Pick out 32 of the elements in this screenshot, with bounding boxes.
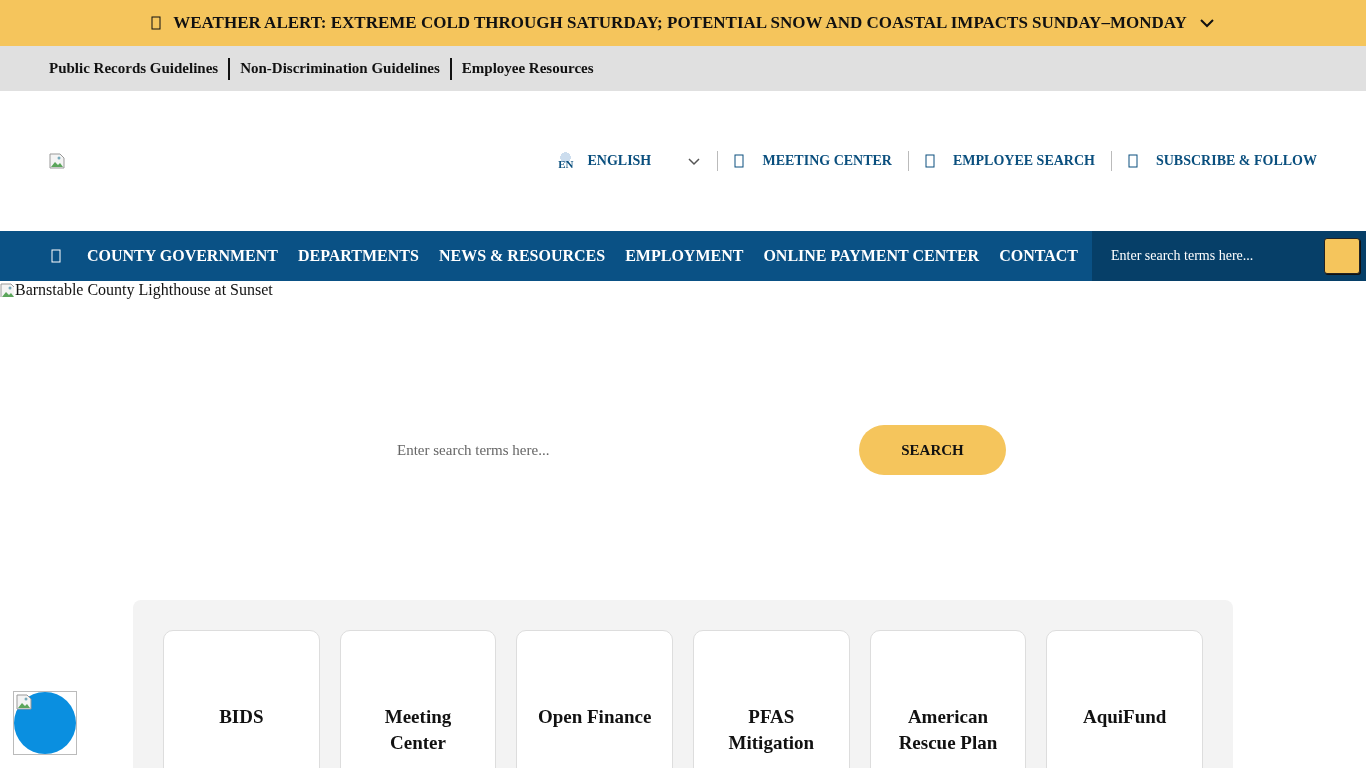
utility-link[interactable]: Public Records Guidelines: [49, 60, 219, 77]
nav-item[interactable]: CONTACT: [999, 247, 1078, 265]
search-button[interactable]: [1324, 238, 1360, 274]
quick-link-card[interactable]: PFAS Mitigation: [693, 630, 850, 768]
nav-item[interactable]: EMPLOYMENT: [625, 247, 744, 265]
image-alt-text: Barnstable County Lighthouse at Sunset: [15, 281, 273, 299]
quick-link-card[interactable]: American Rescue Plan: [869, 630, 1027, 768]
nav-item[interactable]: ONLINE PAYMENT CENTER: [763, 247, 980, 265]
chevron-icon: [687, 155, 702, 167]
search-button[interactable]: SEARCH: [859, 425, 1006, 475]
nav-item[interactable]: DEPARTMENTS: [297, 247, 419, 265]
header-link[interactable]: MEETING CENTER: [734, 153, 892, 169]
search-field[interactable]: Enter search terms here...: [383, 426, 859, 474]
search-bar[interactable]: Enter search terms here...: [1092, 231, 1366, 281]
utility-link[interactable]: Employee Resources: [461, 60, 594, 77]
quick-link-card[interactable]: BIDS: [163, 630, 320, 768]
broken-image-icon: [16, 694, 32, 710]
header-link[interactable]: SUBSCRIBE & FOLLOW: [1127, 153, 1317, 169]
language-code: EN: [558, 152, 574, 170]
header-link[interactable]: EMPLOYEE SEARCH: [925, 153, 1095, 169]
language-selector[interactable]: EN ENGLISH: [558, 152, 702, 170]
chevron-icon[interactable]: [1198, 16, 1215, 30]
logo-image-icon: [49, 153, 65, 169]
nav-item[interactable]: NEWS & RESOURCES: [438, 247, 606, 265]
quick-link-card[interactable]: Meeting Center: [339, 630, 497, 768]
accessibility-button[interactable]: [13, 691, 77, 755]
alert-text: WEATHER ALERT: EXTREME COLD THROUGH SATURDAY; POTENTIAL SNOW AND COASTAL IMPACTS SUNDAY–MONDAY: [173, 13, 1187, 33]
quick-link-card[interactable]: Open Finance: [516, 630, 673, 768]
broken-image-icon: [0, 283, 14, 297]
nav-item[interactable]: COUNTY GOVERNMENT: [87, 247, 278, 265]
utility-link[interactable]: Non-Discrimination Guidelines: [240, 60, 440, 77]
quick-link-card[interactable]: AquiFund: [1046, 630, 1203, 768]
